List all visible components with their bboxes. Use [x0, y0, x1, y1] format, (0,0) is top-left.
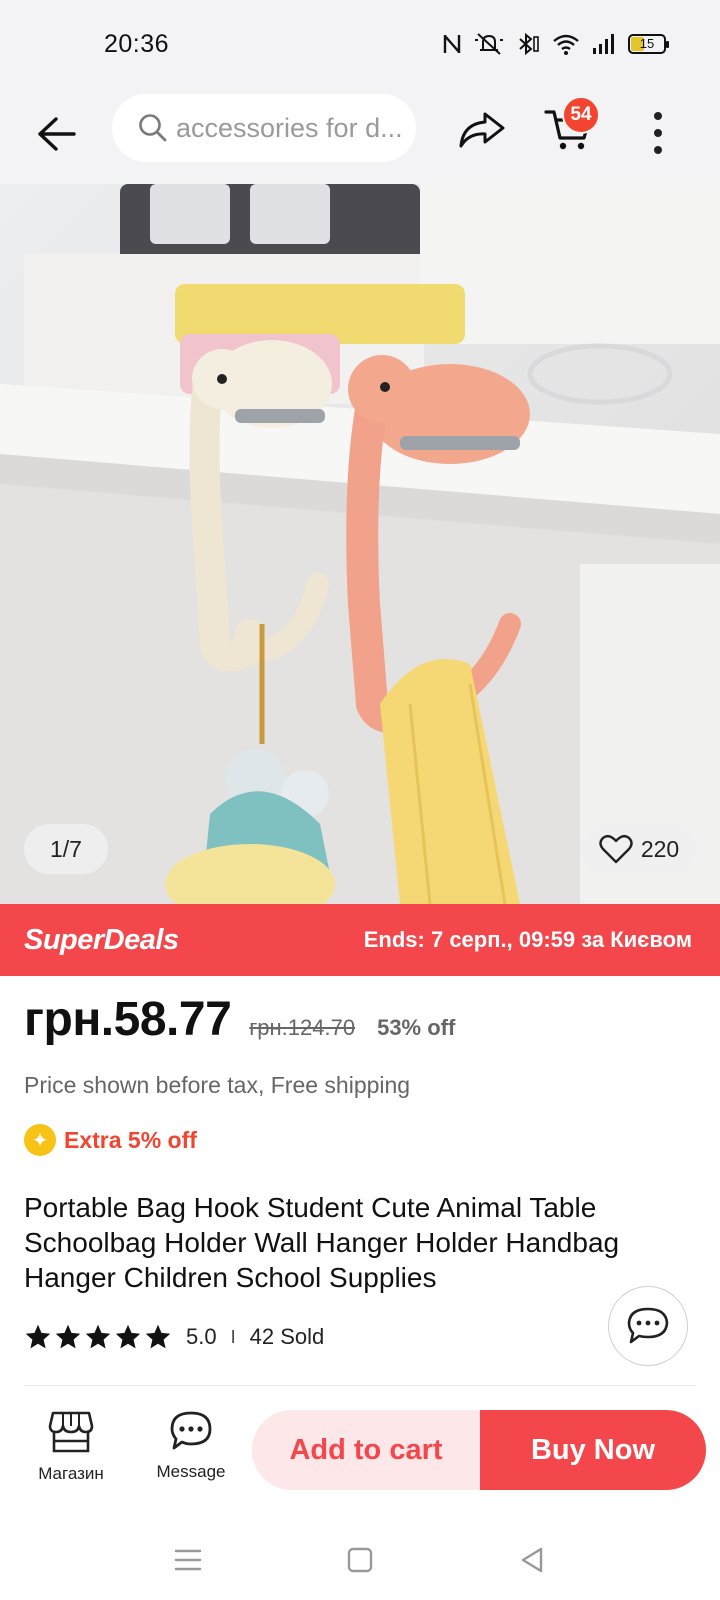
extra-discount-label: Extra 5% off: [64, 1126, 197, 1153]
more-menu-button[interactable]: [644, 106, 672, 160]
chat-button[interactable]: [608, 1286, 688, 1366]
divider: [24, 1385, 696, 1386]
extra-discount[interactable]: ✦ Extra 5% off: [24, 1124, 197, 1156]
store-button[interactable]: Магазин: [30, 1410, 112, 1490]
message-icon: [170, 1411, 212, 1450]
deal-countdown: Ends: 7 серп., 09:59 за Києвом: [363, 927, 692, 952]
more-dot: [654, 146, 662, 154]
signal-icon: [592, 33, 616, 55]
message-button[interactable]: Message: [148, 1410, 234, 1492]
store-icon: [48, 1411, 94, 1453]
star-icon: [145, 1324, 171, 1349]
nfc-icon: [442, 33, 462, 55]
more-dot: [654, 112, 662, 120]
status-bar: 20:36 15: [0, 0, 720, 88]
system-back-button[interactable]: [506, 1534, 558, 1586]
back-button[interactable]: [30, 108, 82, 160]
star-icon: [115, 1324, 141, 1349]
recent-apps-button[interactable]: [162, 1534, 214, 1586]
menu-icon: [174, 1549, 202, 1571]
buy-now-button[interactable]: Buy Now: [480, 1410, 706, 1490]
arrow-left-icon: [38, 117, 76, 151]
image-counter: 1/7: [24, 824, 108, 874]
tax-shipping-note: Price shown before tax, Free shipping: [24, 1072, 411, 1098]
triangle-back-icon: [521, 1547, 543, 1573]
top-nav: accessories for d... 54: [0, 88, 720, 184]
cart-count-badge: 54: [562, 96, 600, 134]
rating-separator: I: [230, 1326, 236, 1347]
discount-label: 53% off: [377, 1015, 456, 1040]
square-icon: [347, 1547, 373, 1573]
message-label: Message: [156, 1462, 226, 1481]
system-navigation-bar: [0, 1520, 720, 1600]
chat-bubble-icon: [627, 1307, 669, 1344]
status-time: 20:36: [104, 30, 170, 58]
home-button[interactable]: [334, 1534, 386, 1586]
rating-row[interactable]: 5.0 I 42 Sold: [24, 1322, 324, 1352]
wishlist-button[interactable]: 220: [582, 824, 696, 874]
rating-value: 5.0: [186, 1324, 217, 1349]
current-price: грн.58.77: [24, 993, 232, 1046]
product-photo: [0, 184, 720, 904]
star-icon: [55, 1324, 81, 1349]
star-icon: [85, 1324, 111, 1349]
wifi-icon: [552, 32, 580, 56]
coin-icon: ✦: [24, 1124, 56, 1156]
bluetooth-icon: [516, 32, 540, 56]
star-rating: [24, 1323, 172, 1351]
superdeals-logo: SuperDeals: [24, 923, 179, 956]
wishlist-count: 220: [640, 835, 680, 862]
product-image-gallery[interactable]: 1/7 220: [0, 184, 720, 904]
heart-icon: [599, 834, 633, 864]
product-title: Portable Bag Hook Student Cute Animal Ta…: [24, 1192, 620, 1293]
search-icon: [139, 114, 167, 142]
superdeals-banner: SuperDeals Ends: 7 серп., 09:59 за Києво…: [0, 904, 720, 976]
battery-icon: 15: [628, 34, 669, 54]
battery-level: 15: [639, 36, 655, 51]
original-price: грн.124.70: [249, 1015, 356, 1040]
star-icon: [25, 1324, 51, 1349]
mute-icon: [474, 32, 504, 56]
search-placeholder: accessories for d...: [176, 112, 403, 143]
price-row: грн.58.77 грн.124.70 53% off: [24, 992, 455, 1052]
share-button[interactable]: [454, 102, 510, 158]
status-icons: 15: [442, 30, 669, 58]
share-icon: [459, 112, 505, 148]
store-label: Магазин: [38, 1464, 104, 1483]
sold-count: 42 Sold: [249, 1324, 325, 1349]
search-input[interactable]: accessories for d...: [112, 94, 416, 162]
more-dot: [654, 129, 662, 137]
add-to-cart-button[interactable]: Add to cart: [252, 1410, 480, 1490]
